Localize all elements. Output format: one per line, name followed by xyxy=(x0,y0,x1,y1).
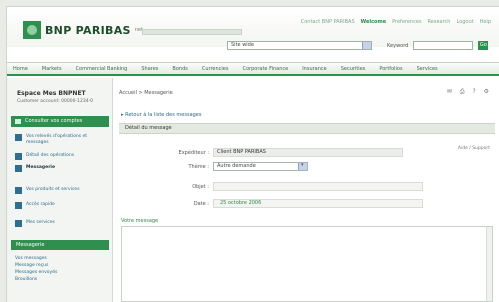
back-to-list-link[interactable]: ▸ Retour à la liste des messages xyxy=(121,112,201,118)
from-value: Client BNP PARIBAS xyxy=(213,148,403,157)
chevron-down-icon[interactable] xyxy=(298,162,307,170)
from-label: Expéditeur : xyxy=(178,149,209,156)
nav-item[interactable]: Insurance xyxy=(302,66,327,72)
nav-item[interactable]: Shares xyxy=(141,66,158,72)
user-account: Customer account: 00000-1234-0 xyxy=(17,99,94,104)
message-scrollbar[interactable] xyxy=(486,227,492,301)
search-input[interactable] xyxy=(413,41,474,50)
envelope-icon xyxy=(15,165,22,172)
top-link[interactable]: Logout xyxy=(456,19,473,25)
nav-item[interactable]: Commercial Banking xyxy=(76,66,128,72)
user-name: Espace Mes BNPNET xyxy=(17,90,86,97)
section-title: Détail du message xyxy=(119,123,495,134)
message-textarea[interactable] xyxy=(121,226,493,302)
folder-icon xyxy=(15,187,22,194)
sidebar-item-label: Détail des opérations xyxy=(26,153,75,158)
app-window: BNP PARIBAS net Contact BNP PARIBAS Welc… xyxy=(6,6,499,302)
topic-row: Thème : Autre demande xyxy=(157,162,308,171)
sidebar-item-label: Mes services xyxy=(26,220,55,225)
list-icon xyxy=(15,153,22,160)
sidebar-sub-item[interactable]: Messages envoyés xyxy=(15,270,57,275)
header-banner xyxy=(142,29,242,35)
topic-select[interactable]: Autre demande xyxy=(213,162,308,171)
top-link[interactable]: Preferences xyxy=(392,19,421,25)
nav-item[interactable]: Portfolios xyxy=(379,66,402,72)
topic-label: Thème : xyxy=(188,163,209,170)
sidebar-section-heading: Messagerie xyxy=(11,240,109,250)
sidebar-item-label: Messagerie xyxy=(26,165,56,170)
top-link[interactable]: Contact BNP PARIBAS xyxy=(301,19,355,25)
top-link[interactable]: Welcome xyxy=(361,19,386,25)
nav-item[interactable]: Services xyxy=(417,66,438,72)
sidebar-sub-item[interactable]: Brouillons xyxy=(15,277,37,282)
date-field: 25 octobre 2006 xyxy=(213,199,423,208)
nav-item[interactable]: Home xyxy=(13,66,28,72)
top-links: Contact BNP PARIBAS Welcome Preferences … xyxy=(301,19,491,25)
date-label: Date : xyxy=(193,200,209,207)
nav-item[interactable]: Corporate Finance xyxy=(242,66,288,72)
message-label: Votre message xyxy=(121,218,159,224)
bnp-logo-icon xyxy=(23,21,41,39)
sidebar-item-messagerie[interactable]: Messagerie xyxy=(15,165,104,172)
main-nav: Home Markets Commercial Banking Shares B… xyxy=(7,62,499,76)
search-scope-value: Site wide xyxy=(231,42,254,48)
from-row: Expéditeur : Client BNP PARIBAS xyxy=(157,148,403,157)
keyword-label: Keyword xyxy=(387,42,409,49)
sidebar-item[interactable]: Vos relevés d'opérations et messages xyxy=(15,134,104,146)
document-icon xyxy=(15,134,22,141)
sidebar-item[interactable]: Accès rapide xyxy=(15,202,104,209)
breadcrumb: Accueil > Messagerie xyxy=(119,90,173,96)
brand-name: BNP PARIBAS xyxy=(45,23,131,37)
sidebar-sub-item[interactable]: Vos messages xyxy=(15,256,47,261)
subject-label: Objet : xyxy=(192,183,209,190)
subject-input[interactable] xyxy=(213,182,423,191)
sidebar-sub-item[interactable]: Message reçus xyxy=(15,263,48,268)
top-link[interactable]: Help xyxy=(480,19,491,25)
top-link[interactable]: Research xyxy=(428,19,451,25)
search-scope-select[interactable]: Site wide xyxy=(227,41,372,50)
sidebar: Espace Mes BNPNET Customer account: 0000… xyxy=(7,78,113,302)
search-button[interactable]: Go xyxy=(478,41,489,50)
sidebar-item-label: Accès rapide xyxy=(26,202,55,207)
gear-icon xyxy=(15,220,22,227)
search-row: Site wide Keyword Go xyxy=(227,41,489,50)
sidebar-item-label: Vos relevés d'opérations et messages xyxy=(26,134,88,145)
sidebar-item-label: Vos produits et services xyxy=(26,187,80,192)
date-value: 25 octobre 2006 xyxy=(220,200,262,206)
sidebar-item-active[interactable]: Consulter vos comptes xyxy=(11,116,109,127)
brand-logo[interactable]: BNP PARIBAS net xyxy=(23,21,143,39)
subject-row: Objet : xyxy=(157,182,423,191)
nav-item[interactable]: Securities xyxy=(341,66,366,72)
nav-item[interactable]: Currencies xyxy=(202,66,229,72)
topic-value: Autre demande xyxy=(217,163,256,169)
page-tools-icons[interactable]: ✉ ⎙ ? ⚙ xyxy=(447,88,492,96)
date-row: Date : 25 octobre 2006 xyxy=(157,199,423,208)
nav-item[interactable]: Bonds xyxy=(172,66,187,72)
arrow-icon xyxy=(15,202,22,209)
sidebar-item[interactable]: Vos produits et services xyxy=(15,187,104,194)
sidebar-item[interactable]: Mes services xyxy=(15,220,104,227)
sidebar-item[interactable]: Détail des opérations xyxy=(15,153,104,160)
main-content: Accueil > Messagerie ✉ ⎙ ? ⚙ ▸ Retour à … xyxy=(117,78,499,302)
nav-item[interactable]: Markets xyxy=(42,66,62,72)
help-link[interactable]: Aide / Support xyxy=(458,146,490,151)
chevron-down-icon[interactable] xyxy=(362,42,371,49)
